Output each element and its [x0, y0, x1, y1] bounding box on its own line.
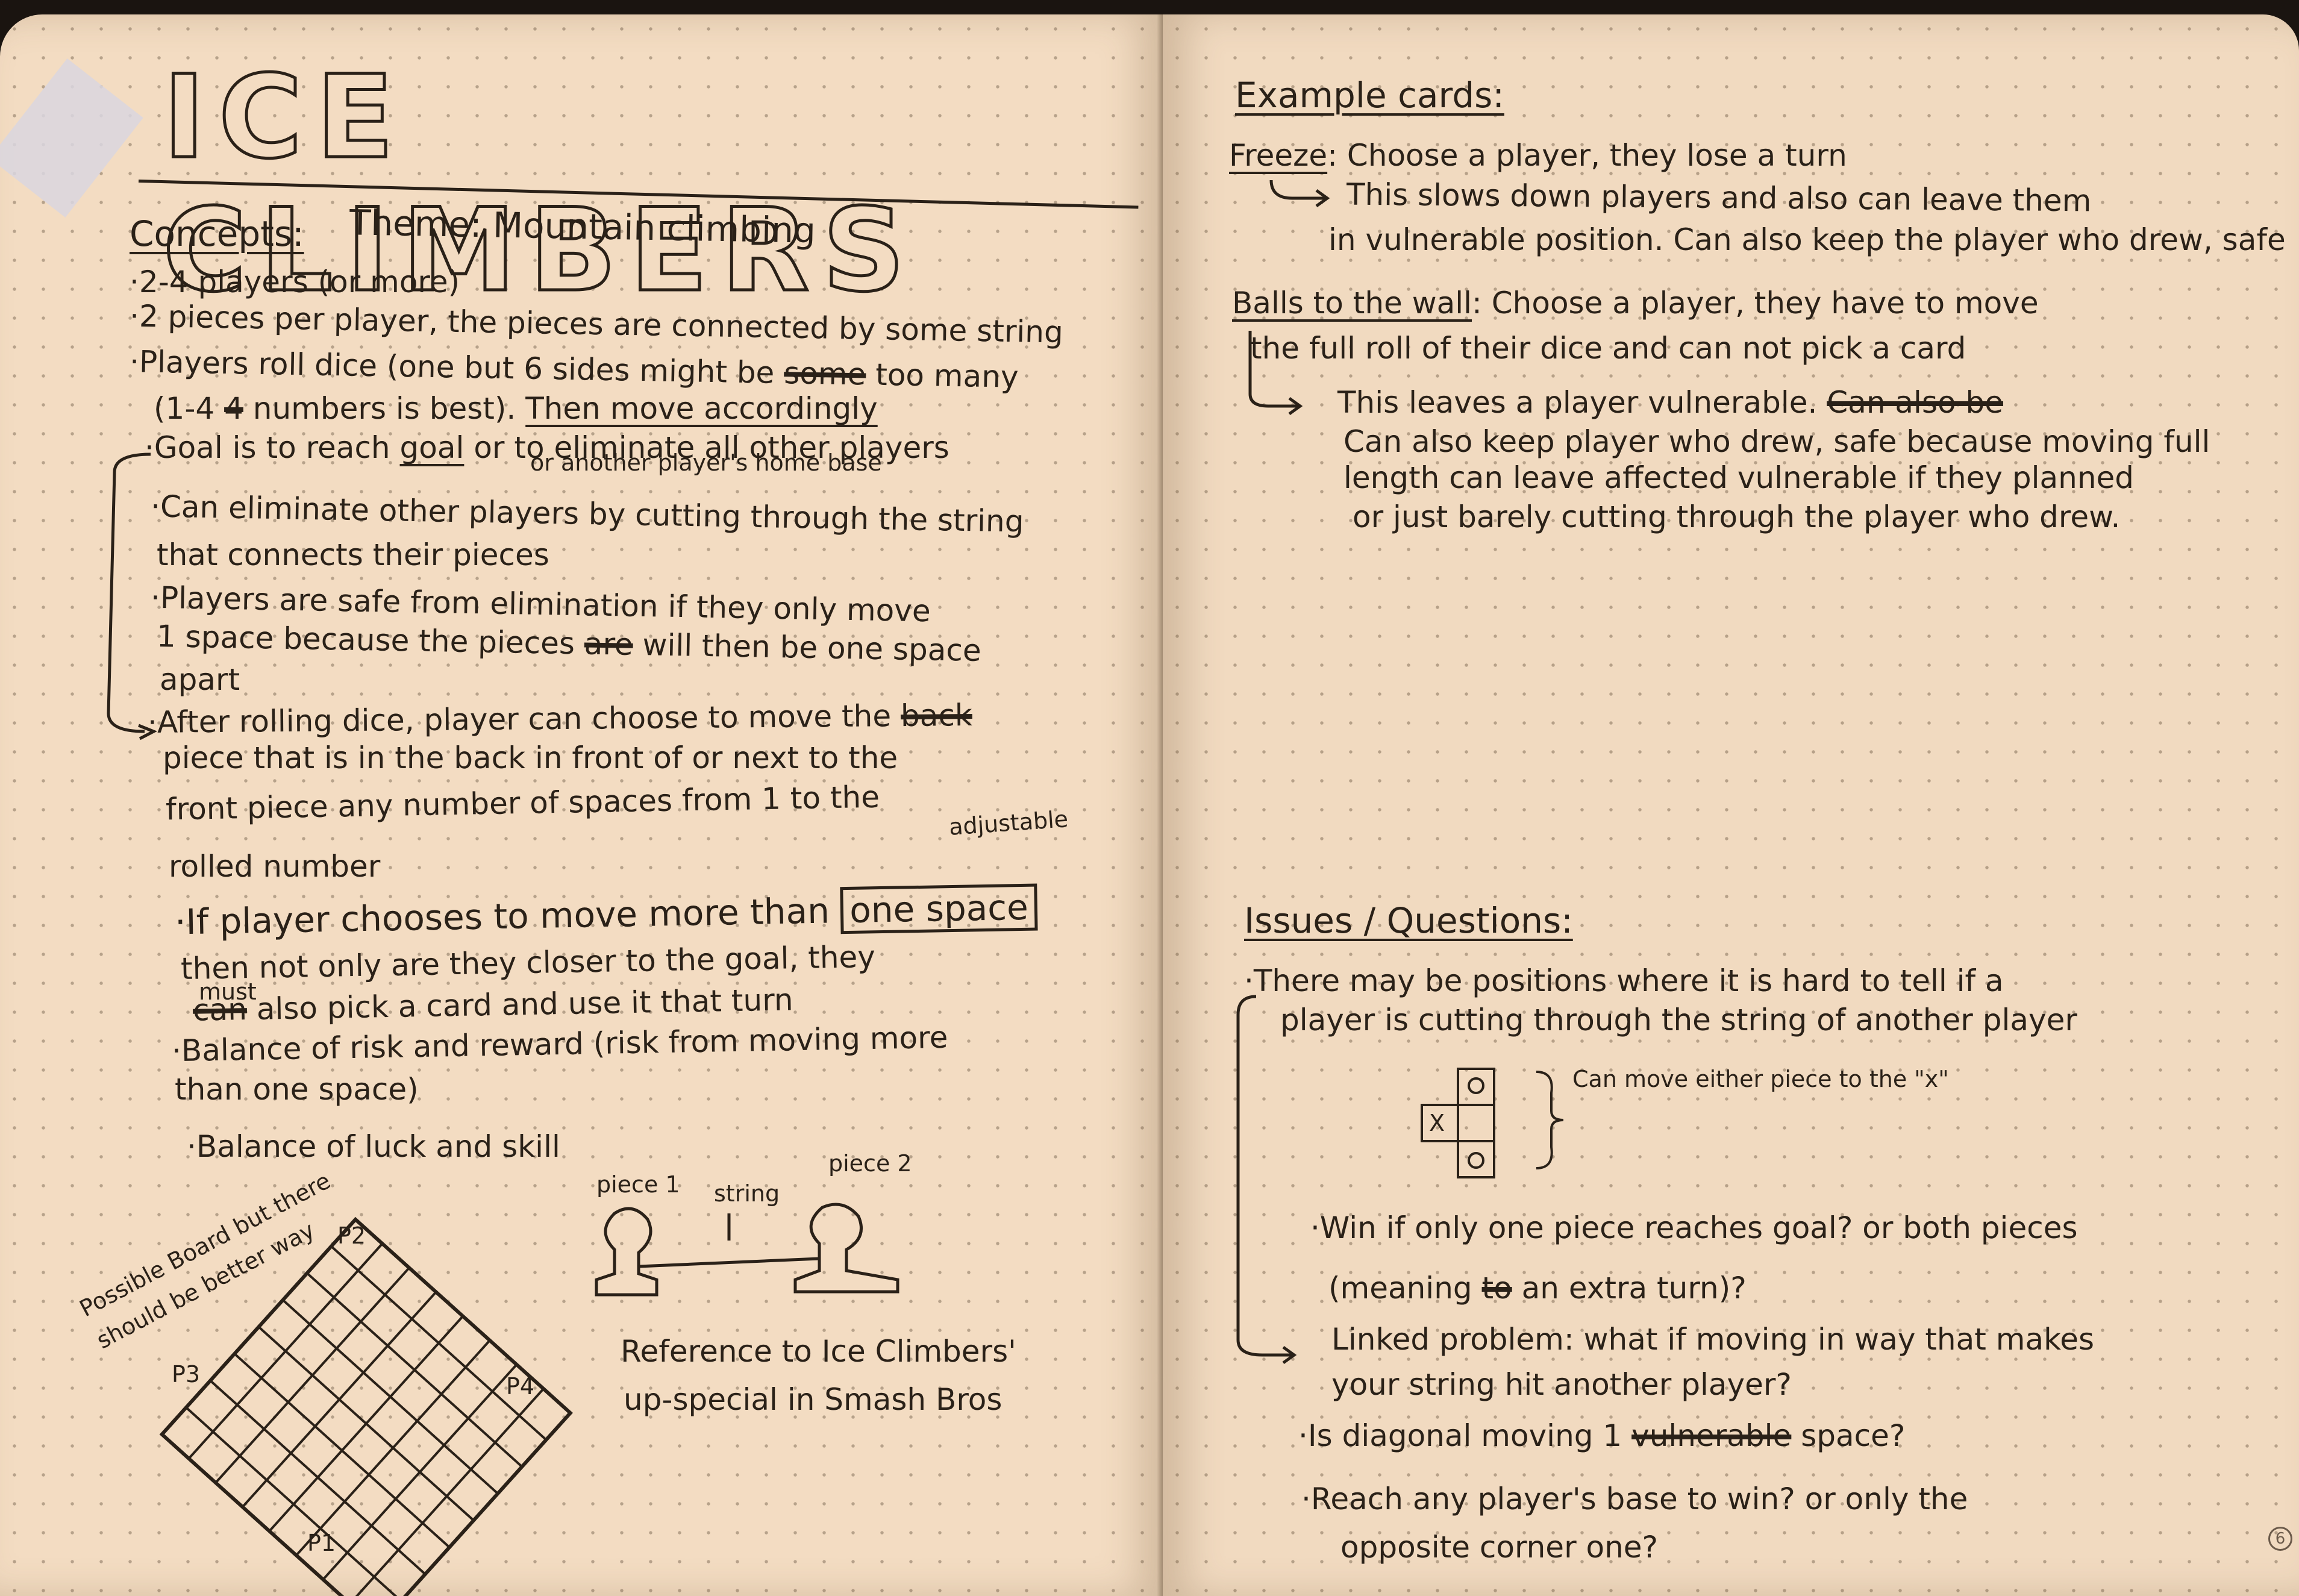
adjustable-note: adjustable [948, 806, 1069, 840]
left-notebook-page: ICE CLIMBERS Concepts: Theme: Mountain c… [0, 14, 1163, 1596]
issue-1b: player is cutting through the string of … [1280, 1003, 2077, 1037]
bullet-after-2: piece that is in the back in front of or… [163, 740, 898, 775]
piece-1-label: piece 1 [596, 1171, 680, 1198]
walls-card-2: the full roll of their dice and can not … [1250, 331, 1966, 366]
bullet-safe-3: apart [160, 662, 240, 697]
brace [1536, 1071, 1564, 1169]
freeze-arrow [1269, 180, 1330, 208]
pieces-sketch [595, 1203, 899, 1297]
bullet-players: ·2-4 players (or more) [130, 264, 460, 299]
issue-5: ·Is diagonal moving 1 vulnerable space? [1298, 1418, 1906, 1453]
bullet-goal-insert: or another player's home base [530, 449, 882, 476]
issues-heading: Issues / Questions: [1244, 900, 1573, 941]
issue-3: ·Win if only one piece reaches goal? or … [1310, 1210, 2078, 1245]
walls-card: Balls to the wall: Choose a player, they… [1232, 286, 2039, 321]
page-number: 6 [2268, 1527, 2292, 1551]
bullet-after-3: front piece any number of spaces from 1 … [165, 779, 880, 827]
board-label-p2: P2 [337, 1222, 366, 1249]
issues-bracket [1236, 995, 1297, 1365]
walls-arrow [1248, 331, 1303, 416]
reference-line-2: up-special in Smash Bros [624, 1382, 1002, 1417]
bullet-bracket [107, 452, 157, 740]
bullet-luck: ·Balance of luck and skill [187, 1129, 560, 1164]
issue-3b: (meaning to an extra turn)? [1328, 1271, 1747, 1306]
bullet-risk: ·Balance of risk and reward (risk from m… [171, 1019, 948, 1069]
issue-1: ·There may be positions where it is hard… [1244, 963, 2004, 998]
issue-6b: opposite corner one? [1340, 1530, 1659, 1565]
bullet-move-more-2: then not only are they closer to the goa… [180, 939, 876, 987]
bullet-eliminate: ·Can eliminate other players by cutting … [150, 489, 1025, 539]
freeze-card: Freeze: Choose a player, they lose a tur… [1229, 138, 1847, 173]
issue-2: Can move either piece to the "x" [1572, 1066, 1949, 1092]
walls-note-2: Can also keep player who drew, safe beca… [1343, 424, 2210, 459]
bullet-move-more: ·If player chooses to move more than one… [175, 883, 1038, 942]
bullet-after: ·After rolling dice, player can choose t… [147, 698, 973, 740]
bullet-dice: ·Players roll dice (one but 6 sides migh… [129, 344, 1019, 395]
walls-note-1: This leaves a player vulnerable. Can als… [1337, 385, 2003, 420]
issue-4b: your string hit another player? [1331, 1367, 1792, 1402]
walls-note-4: or just barely cutting through the playe… [1353, 499, 2121, 534]
board-label-p4: P4 [506, 1373, 535, 1400]
issue-4: Linked problem: what if moving in way th… [1331, 1322, 2095, 1357]
bullet-move-more-3: can also pick a card and use it that tur… [192, 982, 794, 1028]
reference-line-1: Reference to Ice Climbers' [621, 1334, 1016, 1369]
walls-note-3: length can leave affected vulnerable if … [1343, 460, 2135, 495]
bullet-after-4: rolled number [169, 849, 381, 884]
bullet-dice-2: (1-4 4 numbers is best). Then move accor… [154, 391, 878, 426]
right-notebook-page: Example cards: Freeze: Choose a player, … [1163, 14, 2299, 1596]
theme-line: Theme: Mountain climbing [349, 202, 816, 251]
page-tab [0, 58, 143, 217]
freeze-note-2: in vulnerable position. Can also keep th… [1328, 222, 2286, 257]
piece-2-label: piece 2 [828, 1150, 912, 1177]
freeze-note-1: This slows down players and also can lea… [1346, 177, 2092, 219]
bullet-risk-2: than one space) [175, 1072, 419, 1107]
grid-x-mark: X [1429, 1110, 1445, 1136]
concepts-label: Concepts: [130, 213, 304, 254]
example-cards-heading: Example cards: [1235, 75, 1504, 116]
board-label-p1: P1 [307, 1530, 336, 1556]
board-label-p3: P3 [172, 1361, 201, 1388]
issue-6: ·Reach any player's base to win? or only… [1301, 1482, 1968, 1516]
bullet-eliminate-2: that connects their pieces [157, 537, 549, 572]
mini-grid-sketch [1421, 1068, 1495, 1178]
